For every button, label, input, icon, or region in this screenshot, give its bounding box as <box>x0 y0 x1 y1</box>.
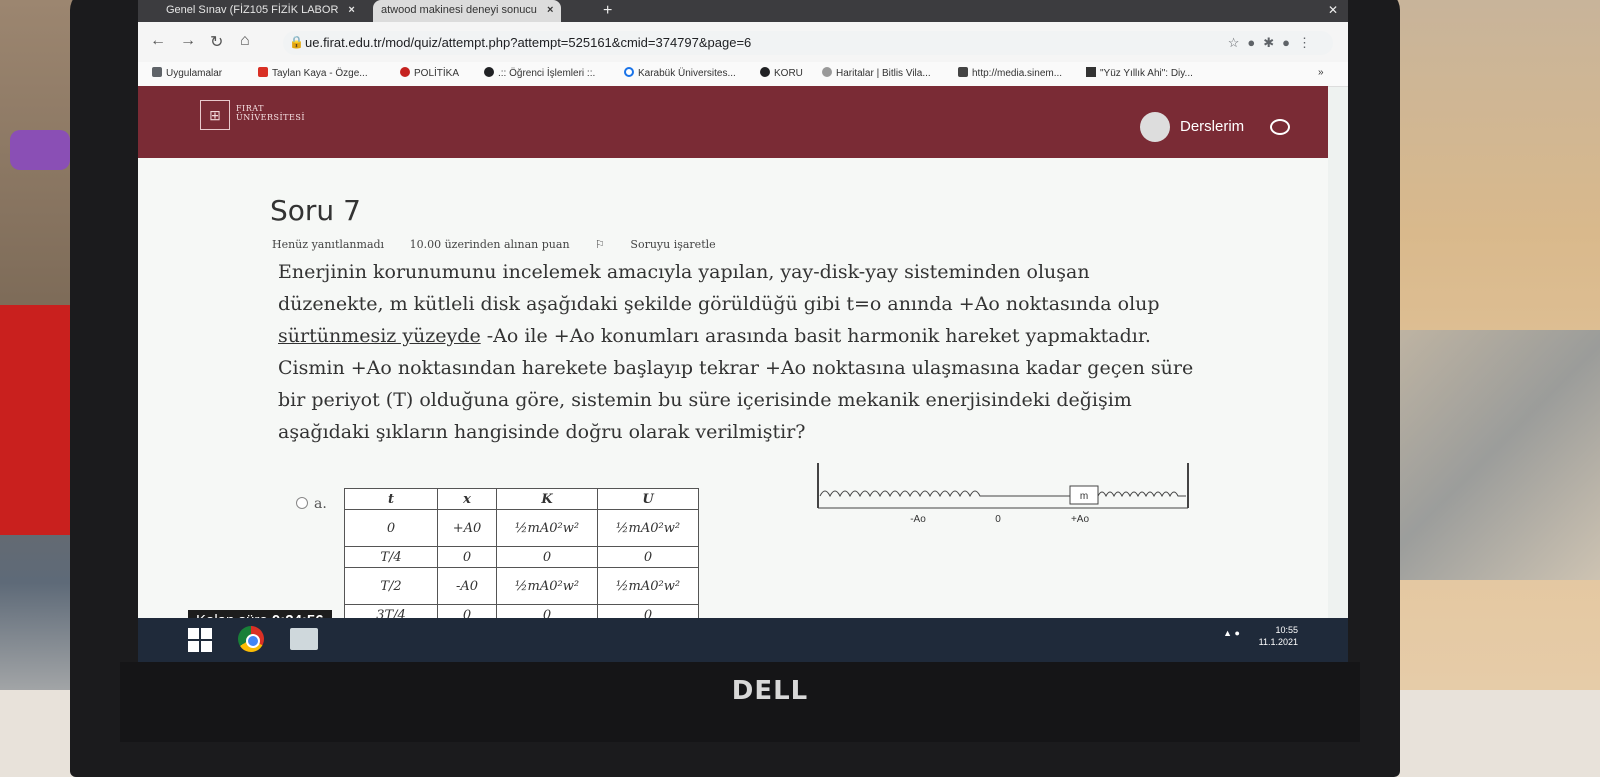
bookmarks-bar: Uygulamalar Taylan Kaya - Özge... POLİTİ… <box>138 62 1348 87</box>
globe-icon <box>760 67 770 77</box>
question-line: Enerjinin korunumunu incelemek amacıyla … <box>278 261 1090 283</box>
option-a-table: t x K U 0 +A0 ½mA0²w² ½mA0²w² T/4 0 0 0 … <box>344 488 699 626</box>
question-line: bir periyot (T) olduğuna göre, sistemin … <box>278 389 1132 411</box>
back-icon[interactable]: ← <box>150 32 166 50</box>
left-position-label: -Ao <box>910 514 926 525</box>
bookmark-item[interactable]: POLİTİKA <box>400 67 459 79</box>
question-status: Henüz yanıtlanmadı <box>272 238 385 251</box>
bookmark-item[interactable]: KORU <box>760 67 803 79</box>
right-spring <box>1097 491 1186 498</box>
chrome-icon[interactable] <box>238 626 264 652</box>
address-bar-row: ← → ↻ ⌂ 🔒 ue.firat.edu.tr/mod/quiz/attem… <box>138 22 1348 63</box>
tray-icons[interactable]: ▲ ● <box>1223 628 1240 638</box>
table-header: t <box>344 488 438 510</box>
windows-taskbar: ▲ ● 10:55 11.1.2021 <box>138 618 1348 662</box>
question-line: aşağıdaki şıkların hangisinde doğru olar… <box>278 421 806 443</box>
option-a-radio[interactable] <box>296 497 308 509</box>
lock-icon: 🔒 <box>289 35 304 49</box>
background-toy <box>10 130 70 170</box>
bookmark-item[interactable]: Taylan Kaya - Özge... <box>258 67 368 79</box>
extension-icons[interactable]: ☆●✱●⋮ <box>1228 35 1319 51</box>
bookmark-icon <box>1086 67 1096 77</box>
reload-icon[interactable]: ↻ <box>210 32 223 52</box>
option-a[interactable]: a. <box>296 496 327 512</box>
bookmark-item[interactable]: http://media.sinem... <box>958 67 1062 79</box>
table-row: T/4 0 0 0 <box>344 546 699 568</box>
laptop-screen: Genel Sınav (FİZ105 FİZİK LABOR × atwood … <box>138 0 1348 662</box>
tab-label: atwood makinesi deneyi sonucu <box>381 4 537 16</box>
flag-question-link[interactable]: ⚐ Soruyu işaretle <box>595 238 738 251</box>
url-field[interactable]: 🔒 ue.firat.edu.tr/mod/quiz/attempt.php?a… <box>283 31 1333 55</box>
spring-disk-diagram: m -Ao 0 +Ao <box>817 463 1189 525</box>
question-line: sürtünmesiz yüzeyde -Ao ile +Ao konumlar… <box>278 325 1151 347</box>
question-info: Henüz yanıtlanmadı 10.00 üzerinden alına… <box>272 238 760 251</box>
globe-icon <box>484 67 494 77</box>
map-icon <box>822 67 832 77</box>
avatar[interactable] <box>1140 112 1170 142</box>
university-logo-icon[interactable]: ⊞ <box>200 100 230 130</box>
tab-label: Genel Sınav (FİZ105 FİZİK LABOR <box>166 4 339 16</box>
browser-tabbar: Genel Sınav (FİZ105 FİZİK LABOR × atwood … <box>138 0 1348 22</box>
bookmark-apps[interactable]: Uygulamalar <box>152 67 222 79</box>
forward-icon[interactable]: → <box>180 32 196 50</box>
dell-logo: DELL <box>731 676 809 706</box>
close-icon[interactable]: × <box>547 4 553 16</box>
question-title: Soru 7 <box>270 194 361 227</box>
r-icon <box>400 67 410 77</box>
url-text: ue.firat.edu.tr/mod/quiz/attempt.php?att… <box>305 35 752 50</box>
new-tab-button[interactable]: + <box>603 0 612 22</box>
right-position-label: +Ao <box>1071 514 1090 525</box>
file-explorer-icon[interactable] <box>290 628 318 650</box>
window-close-icon[interactable]: ✕ <box>1328 0 1338 20</box>
center-position-label: 0 <box>995 514 1001 525</box>
bookmarks-more[interactable]: » <box>1318 67 1324 78</box>
question-text: Enerjinin korunumunu incelemek amacıyla … <box>278 256 1208 448</box>
question-line: Cismin +Ao noktasından harekete başlayıp… <box>278 357 1194 379</box>
google-icon <box>958 67 968 77</box>
windows-start-icon[interactable] <box>188 628 212 652</box>
close-icon[interactable]: × <box>348 4 354 16</box>
left-spring <box>819 490 1070 498</box>
question-line: düzenekte, m kütleli disk aşağıdaki şeki… <box>278 293 1160 315</box>
site-header: ⊞ FIRAT ÜNİVERSİTESİ Derslerim <box>138 86 1328 158</box>
tab-search[interactable]: atwood makinesi deneyi sonucu × <box>373 0 562 22</box>
system-clock: 10:55 11.1.2021 <box>1258 625 1298 647</box>
bookmark-item[interactable]: "Yüz Yıllık Ahi": Diy... <box>1086 67 1193 79</box>
chat-icon[interactable] <box>1270 119 1290 135</box>
table-header: K <box>496 488 598 510</box>
table-row: 0 +A0 ½mA0²w² ½mA0²w² <box>344 509 699 547</box>
courses-link[interactable]: Derslerim <box>1180 118 1244 135</box>
background-rug <box>1380 330 1600 580</box>
bookmark-item[interactable]: .:: Öğrenci İşlemleri ::. <box>484 67 595 79</box>
mass-label: m <box>1080 491 1088 502</box>
table-header: x <box>437 488 497 510</box>
home-icon[interactable]: ⌂ <box>240 32 250 50</box>
apps-icon <box>152 67 162 77</box>
youtube-icon <box>258 67 268 77</box>
question-points: 10.00 üzerinden alınan puan <box>409 238 570 251</box>
bookmark-item[interactable]: Haritalar | Bitlis Vila... <box>822 67 931 79</box>
circle-icon <box>624 67 634 77</box>
underlined-text: sürtünmesiz yüzeyde <box>278 325 481 347</box>
bookmark-item[interactable]: Karabük Üniversites... <box>624 67 736 79</box>
table-header: U <box>597 488 699 510</box>
flag-icon: ⚐ <box>595 238 609 251</box>
question-content: Soru 7 Henüz yanıtlanmadı 10.00 üzerinde… <box>138 158 1328 631</box>
university-logo-text: FIRAT ÜNİVERSİTESİ <box>236 104 305 122</box>
table-row: T/2 -A0 ½mA0²w² ½mA0²w² <box>344 567 699 605</box>
tab-exam[interactable]: Genel Sınav (FİZ105 FİZİK LABOR × <box>158 0 363 22</box>
